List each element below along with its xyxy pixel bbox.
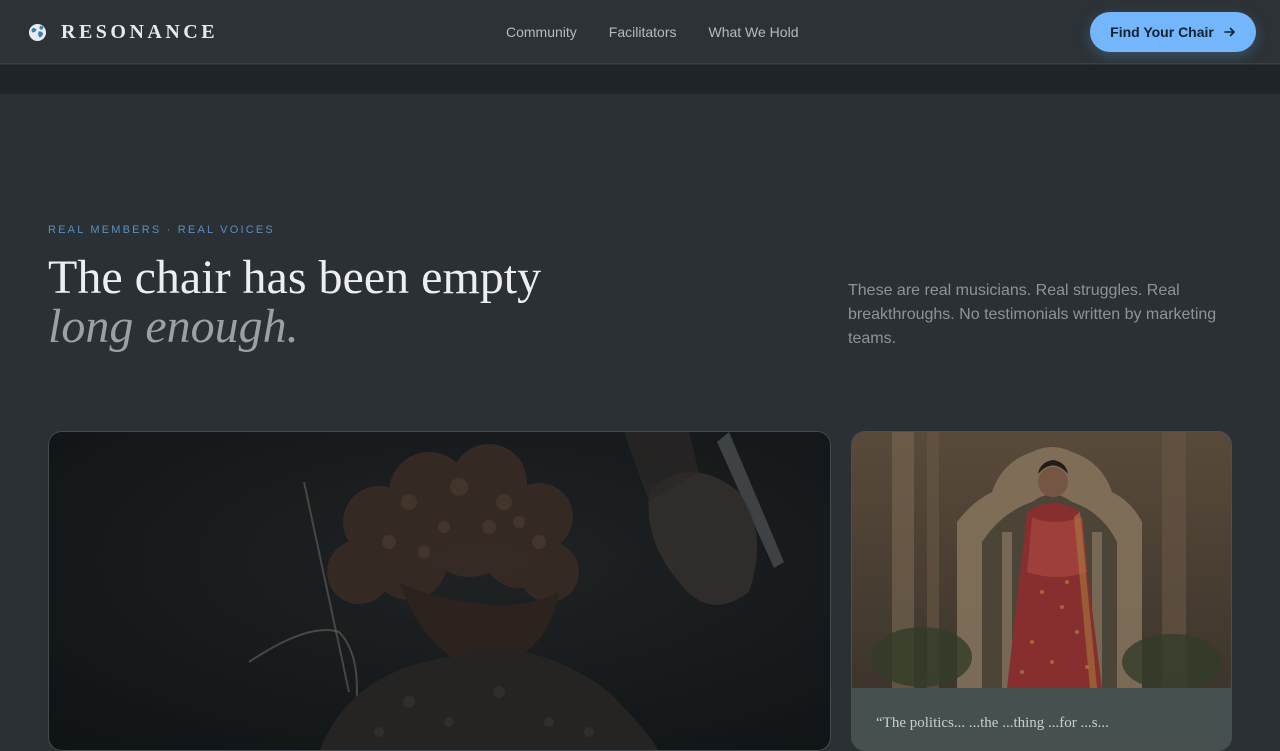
testimonial-quote: “The politics... ...the ...thing ...for … bbox=[876, 715, 1109, 731]
nav-link-community[interactable]: Community bbox=[506, 24, 577, 40]
nav-link-what-we-hold[interactable]: What We Hold bbox=[708, 24, 798, 40]
brand[interactable]: RESONANCE bbox=[28, 0, 218, 64]
globe-logo-icon bbox=[28, 23, 47, 42]
featured-testimonial-card[interactable] bbox=[48, 431, 831, 751]
intro-paragraph: These are real musicians. Real struggles… bbox=[848, 282, 1217, 347]
woman-in-red-saree-photo bbox=[852, 432, 1231, 688]
find-your-chair-button[interactable]: Find Your Chair bbox=[1090, 12, 1256, 52]
page-headline: The chair has been empty bbox=[48, 251, 542, 304]
nav-link-facilitators[interactable]: Facilitators bbox=[609, 24, 677, 40]
brand-name: RESONANCE bbox=[61, 20, 219, 43]
main-nav: Community Facilitators What We Hold bbox=[506, 0, 798, 64]
secondary-testimonial-card[interactable]: “The politics... ...the ...thing ...for … bbox=[851, 431, 1232, 751]
eyebrow-label: REAL MEMBERS · REAL VOICES bbox=[48, 224, 275, 236]
page-headline-italic: long enough. bbox=[48, 300, 299, 353]
cta-label: Find Your Chair bbox=[1110, 24, 1214, 40]
header-shadow-band bbox=[0, 65, 1280, 94]
top-navigation-bar: RESONANCE Community Facilitators What We… bbox=[0, 0, 1280, 64]
arrow-right-icon bbox=[1224, 26, 1236, 38]
musician-performing-photo bbox=[49, 432, 830, 750]
